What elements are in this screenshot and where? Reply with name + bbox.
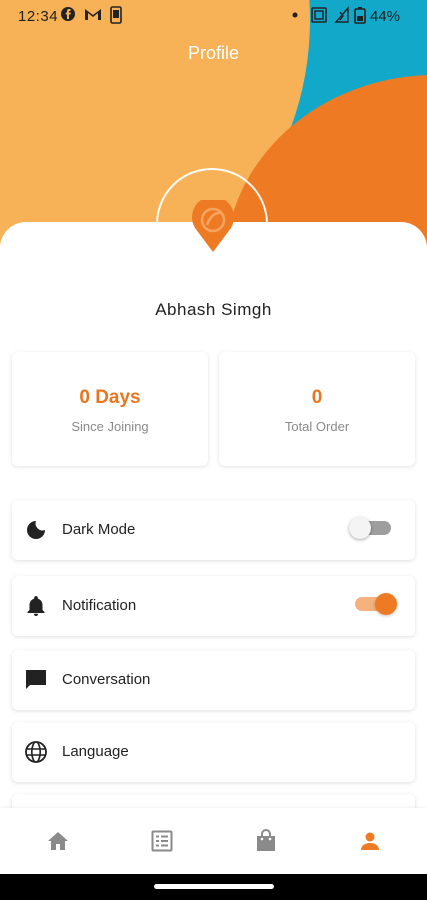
toggle-knob (349, 517, 371, 539)
signal-icon (334, 6, 349, 23)
stat-label-orders: Total Order (284, 419, 350, 434)
shopping-bag-icon[interactable] (254, 829, 278, 853)
list-icon[interactable] (150, 829, 174, 853)
stat-value-orders: 0 (311, 387, 323, 408)
home-icon[interactable] (46, 829, 70, 853)
stat-card-since-joining: 0 Days Since Joining (12, 352, 208, 466)
home-indicator[interactable] (154, 884, 274, 889)
phone-icon (110, 6, 122, 24)
dark-mode-toggle[interactable] (349, 517, 391, 539)
gmail-icon (85, 9, 101, 20)
profile-name: Abhash Simgh (155, 300, 272, 319)
settings-label-language: Language (62, 743, 129, 760)
person-icon[interactable] (358, 829, 382, 853)
globe-icon (25, 741, 47, 763)
settings-label-conversation: Conversation (62, 671, 151, 688)
battery-icon (354, 7, 366, 24)
settings-label-notification: Notification (62, 597, 137, 614)
toggle-knob (375, 593, 397, 615)
gesture-bar (0, 874, 427, 900)
facebook-icon (61, 7, 75, 21)
bottom-nav (0, 808, 427, 874)
chat-icon (26, 670, 46, 689)
settings-row-language[interactable]: Language (12, 722, 415, 782)
location-pin-icon (192, 200, 234, 252)
page-title: Profile (187, 43, 240, 63)
settings-row-notification[interactable]: Notification (12, 576, 415, 636)
stat-value-days: 0 Days (79, 387, 141, 408)
notification-toggle[interactable] (355, 593, 397, 615)
stat-label-days: Since Joining (71, 419, 149, 434)
dot-icon (292, 12, 298, 18)
settings-row-dark-mode[interactable]: Dark Mode (12, 500, 415, 560)
stat-card-total-order: 0 Total Order (219, 352, 415, 466)
nfc-icon (311, 7, 327, 23)
settings-label-dark-mode: Dark Mode (62, 521, 136, 538)
bell-icon (27, 596, 45, 616)
settings-row-conversation[interactable]: Conversation (12, 650, 415, 710)
moon-icon (27, 521, 45, 539)
battery-percentage: 44% (370, 8, 401, 25)
status-time: 12:34 (18, 8, 59, 25)
status-bar: 12:34 44% (0, 0, 427, 32)
